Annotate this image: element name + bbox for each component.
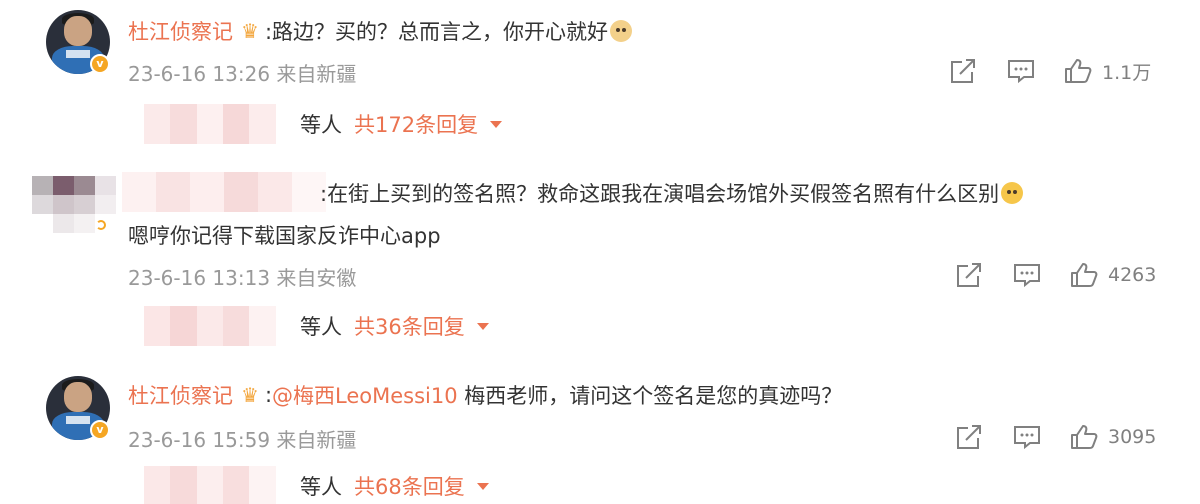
- reply-button[interactable]: [1006, 58, 1064, 84]
- comment-source: 来自新疆: [276, 428, 357, 452]
- username-link[interactable]: 杜江侦察记: [128, 16, 233, 46]
- crown-icon: ♛: [241, 383, 259, 407]
- blurred-username[interactable]: [122, 172, 326, 212]
- reply-who: 等人: [300, 315, 342, 339]
- thumbs-up-icon: [1071, 263, 1098, 287]
- caret-down-icon: [476, 482, 489, 490]
- reply-count-link[interactable]: 共172条回复: [354, 109, 478, 139]
- verified-badge-icon: v: [90, 420, 110, 440]
- reply-summary-text[interactable]: 等人 共172条回复: [300, 109, 503, 139]
- avatar-shirt-print: [66, 416, 90, 424]
- caret-down-icon: [490, 120, 503, 128]
- share-icon: [951, 59, 975, 83]
- comment-actions: 1.1万: [948, 56, 1151, 86]
- comment-actions: 3095: [954, 422, 1156, 452]
- comment-text: :路边？买的？总而言之，你开心就好: [264, 20, 609, 44]
- reply-summary-text[interactable]: 等人 共36条回复: [300, 311, 489, 341]
- doge-emoji-icon: [610, 20, 633, 42]
- verified-badge-icon: [96, 220, 108, 232]
- reply-summary-text[interactable]: 等人 共68条回复: [300, 471, 489, 501]
- comment-line: 杜江侦察记 ♛ :路边？买的？总而言之，你开心就好: [128, 16, 633, 46]
- reply-summary[interactable]: 等人 共36条回复: [0, 306, 1200, 346]
- mention-link[interactable]: @梅西LeoMessi10: [272, 380, 458, 410]
- like-count: 1.1万: [1102, 61, 1152, 84]
- comment-source: 来自新疆: [276, 62, 357, 86]
- like-button[interactable]: 1.1万: [1064, 58, 1151, 85]
- thumbs-up-icon: [1065, 59, 1092, 83]
- comment-line: :在街上买到的签名照？救命这跟我在演唱会场馆外买假签名照有什么区别: [320, 178, 1024, 208]
- comment-source: 来自安徽: [276, 266, 357, 290]
- reply-count-link[interactable]: 共36条回复: [354, 311, 465, 341]
- crown-icon: ♛: [241, 19, 259, 43]
- reply-summary[interactable]: 等人 共68条回复: [0, 466, 1200, 504]
- reply-button[interactable]: [1012, 424, 1070, 450]
- caret-down-icon: [476, 322, 489, 330]
- like-count: 3095: [1108, 426, 1157, 448]
- share-icon: [957, 425, 981, 449]
- avatar-face: [64, 382, 92, 412]
- comment-icon: [1008, 60, 1034, 84]
- share-button[interactable]: [954, 262, 1012, 288]
- verified-badge-icon: v: [90, 54, 110, 74]
- like-button[interactable]: 3095: [1070, 424, 1156, 450]
- comment-time: 23-6-16 15:59: [128, 428, 271, 452]
- comment-text-line-2: 嗯哼你记得下载国家反诈中心app: [128, 224, 441, 248]
- avatar-shirt-print: [66, 50, 90, 58]
- comment-meta: 23-6-16 13:13 来自安徽: [128, 262, 356, 291]
- blurred-reply-names: [144, 104, 302, 144]
- share-icon: [957, 263, 981, 287]
- blurred-reply-names: [144, 306, 302, 346]
- comment-actions: 4263: [954, 260, 1156, 290]
- share-button[interactable]: [948, 58, 1006, 84]
- thumbs-up-icon: [1071, 425, 1098, 449]
- reply-count-link[interactable]: 共68条回复: [354, 471, 465, 501]
- comment-text: :在街上买到的签名照？救命这跟我在演唱会场馆外买假签名照有什么区别: [320, 182, 1000, 206]
- comment-icon: [1014, 264, 1040, 288]
- like-button[interactable]: 4263: [1070, 262, 1156, 288]
- reply-who: 等人: [300, 113, 342, 137]
- comment-time: 23-6-16 13:13: [128, 266, 271, 290]
- crying-emoji-icon: [1001, 182, 1024, 204]
- comment-time: 23-6-16 13:26: [128, 62, 271, 86]
- comment-icon: [1014, 426, 1040, 450]
- reply-summary[interactable]: 等人 共172条回复: [0, 104, 1200, 144]
- share-button[interactable]: [954, 424, 1012, 450]
- username-link[interactable]: 杜江侦察记: [128, 380, 233, 410]
- blurred-reply-names: [144, 466, 302, 504]
- comment-text-prefix: :: [264, 383, 273, 407]
- like-count: 4263: [1108, 264, 1157, 286]
- reply-who: 等人: [300, 475, 342, 499]
- reply-button[interactable]: [1012, 262, 1070, 288]
- avatar-face: [64, 16, 92, 46]
- comment-meta: 23-6-16 13:26 来自新疆: [128, 58, 356, 87]
- comment-line: 杜江侦察记 ♛ : @梅西LeoMessi10 梅西老师，请问这个签名是您的真迹…: [128, 380, 842, 410]
- comment-meta: 23-6-16 15:59 来自新疆: [128, 424, 356, 453]
- comment-text: 梅西老师，请问这个签名是您的真迹吗？: [457, 384, 843, 408]
